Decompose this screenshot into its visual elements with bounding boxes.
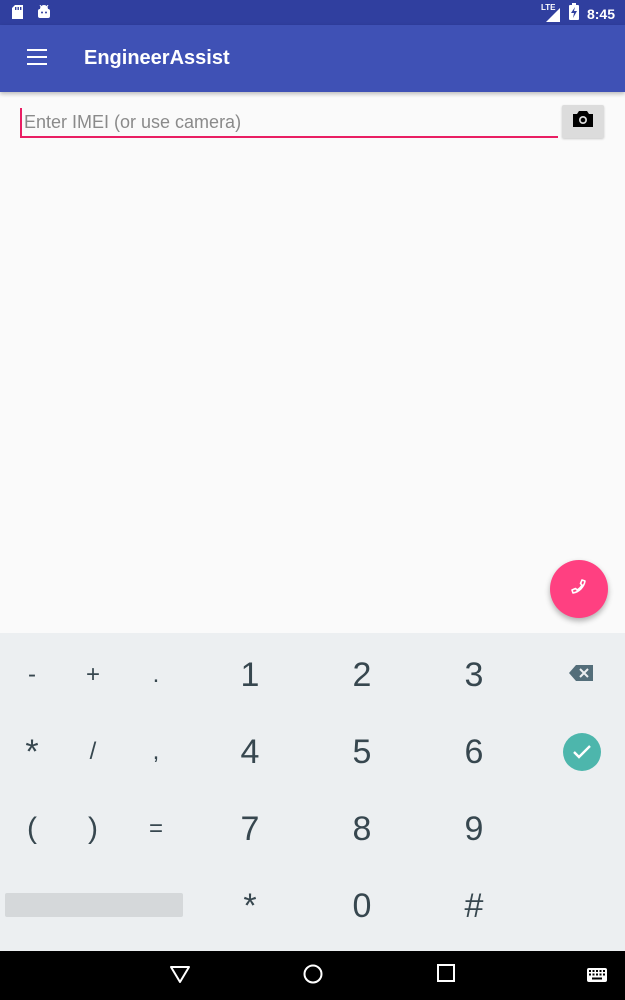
key-plus[interactable]: + bbox=[68, 645, 118, 705]
home-icon[interactable] bbox=[302, 963, 324, 990]
battery-charging-icon bbox=[568, 3, 579, 25]
back-icon[interactable] bbox=[169, 963, 191, 990]
key-minus[interactable]: - bbox=[7, 645, 57, 705]
key-0[interactable]: 0 bbox=[322, 876, 402, 936]
status-bar: LTE 8:45 bbox=[0, 0, 625, 25]
key-6[interactable]: 6 bbox=[434, 722, 514, 782]
key-comma[interactable]: , bbox=[131, 722, 181, 782]
hamburger-menu-icon[interactable] bbox=[27, 49, 47, 65]
app-bar: EngineerAssist bbox=[0, 25, 625, 92]
camera-icon bbox=[572, 110, 594, 133]
status-time: 8:45 bbox=[586, 6, 615, 22]
phone-icon bbox=[570, 578, 588, 601]
key-1[interactable]: 1 bbox=[210, 645, 290, 705]
numeric-keyboard: - + . * / , ( ) = 1 2 3 4 5 6 7 8 9 * 0 … bbox=[0, 633, 625, 951]
call-fab-button[interactable] bbox=[550, 560, 608, 618]
backspace-icon bbox=[568, 664, 594, 687]
key-7[interactable]: 7 bbox=[210, 799, 290, 859]
done-key[interactable] bbox=[562, 732, 602, 772]
key-slash[interactable]: / bbox=[68, 722, 118, 782]
key-8[interactable]: 8 bbox=[322, 799, 402, 859]
backspace-key[interactable] bbox=[556, 655, 606, 695]
key-star[interactable]: * bbox=[210, 876, 290, 936]
key-asterisk[interactable]: * bbox=[7, 722, 57, 782]
space-key[interactable] bbox=[5, 893, 183, 917]
signal-icon: LTE bbox=[541, 3, 561, 23]
key-3[interactable]: 3 bbox=[434, 645, 514, 705]
imei-input[interactable] bbox=[20, 108, 558, 138]
sd-card-icon bbox=[12, 5, 23, 24]
recents-icon[interactable] bbox=[436, 963, 456, 988]
camera-button[interactable] bbox=[562, 105, 604, 138]
key-open-paren[interactable]: ( bbox=[7, 799, 57, 859]
key-hash[interactable]: # bbox=[434, 876, 514, 936]
app-title: EngineerAssist bbox=[84, 47, 230, 69]
key-period[interactable]: . bbox=[131, 645, 181, 705]
android-icon bbox=[37, 4, 51, 24]
key-2[interactable]: 2 bbox=[322, 645, 402, 705]
keyboard-switch-icon[interactable] bbox=[586, 967, 608, 988]
done-check-icon bbox=[563, 733, 601, 771]
key-4[interactable]: 4 bbox=[210, 722, 290, 782]
key-close-paren[interactable]: ) bbox=[68, 799, 118, 859]
key-9[interactable]: 9 bbox=[434, 799, 514, 859]
navigation-bar bbox=[0, 951, 625, 1000]
key-equals[interactable]: = bbox=[131, 799, 181, 859]
key-5[interactable]: 5 bbox=[322, 722, 402, 782]
